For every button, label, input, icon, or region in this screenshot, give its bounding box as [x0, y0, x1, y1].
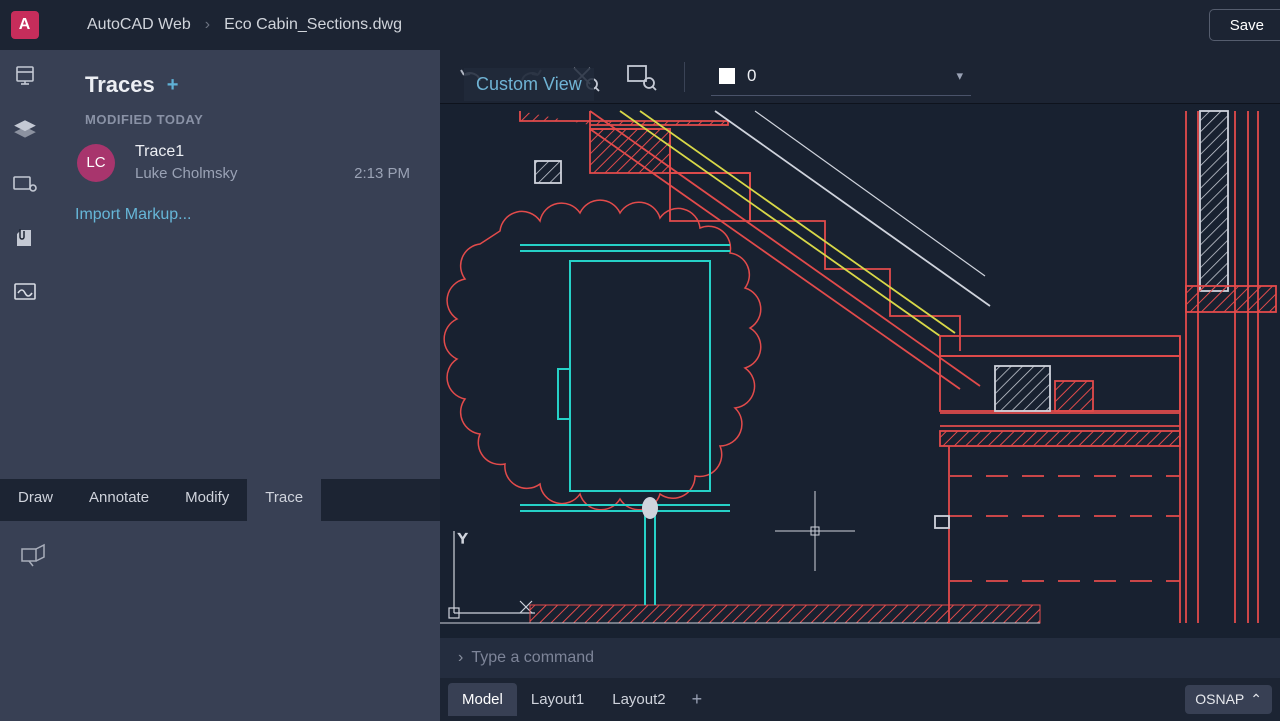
layer-color-swatch [719, 68, 735, 84]
header-bar: A AutoCAD Web › Eco Cabin_Sections.dwg S… [0, 0, 1280, 50]
trace-author: Luke Cholmsky [135, 165, 238, 182]
breadcrumb-file[interactable]: Eco Cabin_Sections.dwg [224, 16, 402, 34]
osnap-label: OSNAP [1195, 691, 1244, 707]
tool-pane [0, 521, 440, 721]
trace-tool-icon[interactable] [18, 539, 50, 571]
trace-name: Trace1 [135, 143, 410, 161]
breadcrumb-separator-icon: › [205, 16, 210, 34]
add-trace-button[interactable]: + [167, 74, 179, 97]
main-area: Traces + MODIFIED TODAY LC Trace1 Luke C… [0, 50, 1280, 720]
layout-tab-model[interactable]: Model [448, 683, 517, 716]
tab-modify[interactable]: Modify [167, 479, 247, 521]
tab-annotate[interactable]: Annotate [71, 479, 167, 521]
command-placeholder: Type a command [471, 649, 594, 667]
osnap-toggle[interactable]: OSNAP ⌃ [1185, 685, 1272, 714]
attachments-panel-icon[interactable] [9, 222, 41, 254]
tab-draw[interactable]: Draw [0, 479, 71, 521]
blocks-panel-icon[interactable] [9, 168, 41, 200]
app-logo-letter: A [11, 11, 39, 39]
section-label: MODIFIED TODAY [75, 112, 420, 127]
command-input-bar[interactable]: › Type a command [440, 638, 1280, 678]
traces-panel-icon[interactable] [9, 276, 41, 308]
svg-text:Y: Y [458, 530, 468, 546]
app-logo[interactable]: A [0, 0, 49, 50]
layout-tab-layout2[interactable]: Layout2 [598, 683, 679, 716]
toolbar-separator [684, 62, 685, 92]
layout-tab-layout1[interactable]: Layout1 [517, 683, 598, 716]
trace-time: 2:13 PM [354, 165, 410, 182]
import-markup-link[interactable]: Import Markup... [75, 192, 420, 224]
layer-name: 0 [747, 66, 944, 86]
save-button[interactable]: Save [1209, 9, 1280, 41]
drawing-canvas[interactable]: Y [440, 104, 1280, 638]
layers-panel-icon[interactable] [9, 114, 41, 146]
panel-title: Traces [85, 72, 155, 98]
view-label-badge[interactable]: Custom View [464, 68, 594, 101]
trace-list-item[interactable]: LC Trace1 Luke Cholmsky 2:13 PM [75, 127, 420, 192]
layout-tabs: Model Layout1 Layout2 + OSNAP ⌃ [440, 678, 1280, 720]
tool-tabs: Draw Annotate Modify Trace [0, 479, 440, 521]
properties-panel-icon[interactable] [9, 60, 41, 92]
chevron-down-icon: ▾ [956, 68, 963, 84]
zoom-window-button[interactable] [624, 60, 658, 94]
add-layout-button[interactable]: + [680, 681, 715, 718]
breadcrumb-app[interactable]: AutoCAD Web [87, 16, 191, 34]
layer-dropdown[interactable]: 0 ▾ [711, 58, 971, 96]
command-caret-icon: › [458, 649, 463, 667]
avatar: LC [77, 144, 115, 182]
tab-trace[interactable]: Trace [247, 479, 321, 521]
canvas-area: 0 ▾ Custom View Y [440, 50, 1280, 720]
breadcrumb: AutoCAD Web › Eco Cabin_Sections.dwg [87, 16, 402, 34]
chevron-up-icon: ⌃ [1250, 691, 1262, 708]
